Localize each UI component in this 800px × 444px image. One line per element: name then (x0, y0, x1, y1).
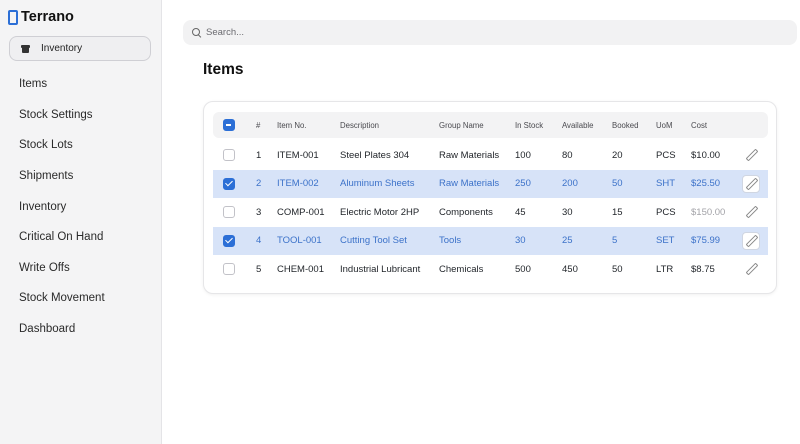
available-value: 450 (562, 263, 578, 275)
brand[interactable]: Terrano (8, 9, 74, 25)
sidebar-item-write-offs[interactable]: Write Offs (0, 253, 162, 284)
group-name: Raw Materials (439, 178, 500, 190)
in-stock-value: 45 (515, 206, 526, 218)
pencil-icon (745, 206, 757, 218)
booked-value: 15 (612, 206, 623, 218)
row-checkbox[interactable] (223, 177, 235, 190)
row-checkbox[interactable] (223, 206, 235, 219)
row-number: 4 (256, 235, 262, 247)
search-bar[interactable] (183, 20, 797, 45)
available-value: 30 (562, 206, 573, 218)
group-name: Raw Materials (439, 149, 500, 161)
sidebar-item-items[interactable]: Items (0, 69, 162, 100)
sidebar-item-stock-settings[interactable]: Stock Settings (0, 100, 162, 131)
row-number: 3 (256, 206, 262, 218)
row-checkbox[interactable] (223, 263, 235, 276)
archive-box-icon (21, 44, 30, 53)
uom-value: SHT (656, 178, 675, 190)
sidebar: Terrano Inventory Items Stock Settings S… (0, 0, 162, 444)
row-checkbox[interactable] (223, 234, 235, 247)
column-header-in-stock[interactable]: In Stock (515, 112, 543, 138)
item-description: Electric Motor 2HP (340, 206, 420, 218)
cost-value: $150.00 (691, 206, 726, 218)
item-description: Steel Plates 304 (340, 149, 410, 161)
edit-button[interactable] (742, 260, 760, 278)
item-description: Aluminum Sheets (340, 178, 415, 190)
available-value: 200 (562, 178, 578, 190)
in-stock-value: 500 (515, 263, 531, 275)
table-row[interactable]: 4 TOOL-001 Cutting Tool Set Tools 30 25 … (213, 226, 768, 255)
module-label: Inventory (41, 43, 83, 54)
column-header-cost[interactable]: Cost (691, 112, 707, 138)
available-value: 25 (562, 235, 573, 247)
item-number: TOOL-001 (277, 235, 322, 247)
available-value: 80 (562, 149, 573, 161)
in-stock-value: 30 (515, 235, 526, 247)
group-name: Components (439, 206, 493, 218)
table-row[interactable]: 1 ITEM-001 Steel Plates 304 Raw Material… (213, 141, 768, 170)
sidebar-item-stock-lots[interactable]: Stock Lots (0, 130, 162, 161)
table-row[interactable]: 5 CHEM-001 Industrial Lubricant Chemical… (213, 255, 768, 284)
item-description: Cutting Tool Set (340, 235, 407, 247)
edit-button[interactable] (742, 231, 760, 250)
items-table-card: # Item No. Description Group Name In Sto… (203, 101, 777, 294)
pencil-icon (745, 235, 757, 247)
column-header-booked[interactable]: Booked (612, 112, 638, 138)
cost-value: $8.75 (691, 263, 715, 275)
search-input[interactable] (206, 27, 766, 38)
column-header-available[interactable]: Available (562, 112, 594, 138)
row-number: 2 (256, 178, 262, 190)
edit-button[interactable] (742, 174, 760, 193)
item-number: COMP-001 (277, 206, 325, 218)
group-name: Chemicals (439, 263, 484, 275)
item-number: ITEM-002 (277, 178, 319, 190)
edit-button[interactable] (742, 146, 760, 164)
booked-value: 50 (612, 178, 623, 190)
row-number: 1 (256, 149, 262, 161)
group-name: Tools (439, 235, 462, 247)
sidebar-item-critical-on-hand[interactable]: Critical On Hand (0, 222, 162, 253)
table-row[interactable]: 2 ITEM-002 Aluminum Sheets Raw Materials… (213, 169, 768, 198)
item-description: Industrial Lubricant (340, 263, 421, 275)
uom-value: PCS (656, 149, 676, 161)
sidebar-nav: Items Stock Settings Stock Lots Shipment… (0, 69, 162, 344)
column-header-group-name[interactable]: Group Name (439, 112, 484, 138)
sidebar-item-inventory[interactable]: Inventory (0, 191, 162, 222)
in-stock-value: 250 (515, 178, 531, 190)
row-checkbox[interactable] (223, 149, 235, 162)
row-number: 5 (256, 263, 262, 275)
table-header: # Item No. Description Group Name In Sto… (213, 112, 768, 138)
terrano-logo-icon (8, 9, 18, 25)
cost-value: $75.99 (691, 235, 721, 247)
brand-name: Terrano (21, 9, 74, 25)
sidebar-item-dashboard[interactable]: Dashboard (0, 314, 162, 345)
cost-value: $25.50 (691, 178, 721, 190)
uom-value: SET (656, 235, 675, 247)
cost-value: $10.00 (691, 149, 721, 161)
item-number: CHEM-001 (277, 263, 324, 275)
item-number: ITEM-001 (277, 149, 319, 161)
column-header-description[interactable]: Description (340, 112, 379, 138)
module-switcher-button[interactable]: Inventory (9, 36, 151, 61)
column-header-number[interactable]: # (256, 112, 260, 138)
uom-value: PCS (656, 206, 676, 218)
column-header-item-no[interactable]: Item No. (277, 112, 306, 138)
select-all-checkbox[interactable] (223, 119, 235, 131)
booked-value: 5 (612, 235, 618, 247)
table-row[interactable]: 3 COMP-001 Electric Motor 2HP Components… (213, 198, 768, 227)
pencil-icon (745, 149, 757, 161)
booked-value: 50 (612, 263, 623, 275)
in-stock-value: 100 (515, 149, 531, 161)
column-header-uom[interactable]: UoM (656, 112, 672, 138)
pencil-icon (745, 178, 757, 190)
booked-value: 20 (612, 149, 623, 161)
search-icon (192, 28, 201, 37)
sidebar-item-shipments[interactable]: Shipments (0, 161, 162, 192)
uom-value: LTR (656, 263, 674, 275)
page-title: Items (203, 61, 244, 78)
pencil-icon (745, 263, 757, 275)
edit-button[interactable] (742, 203, 760, 221)
sidebar-item-stock-movement[interactable]: Stock Movement (0, 283, 162, 314)
